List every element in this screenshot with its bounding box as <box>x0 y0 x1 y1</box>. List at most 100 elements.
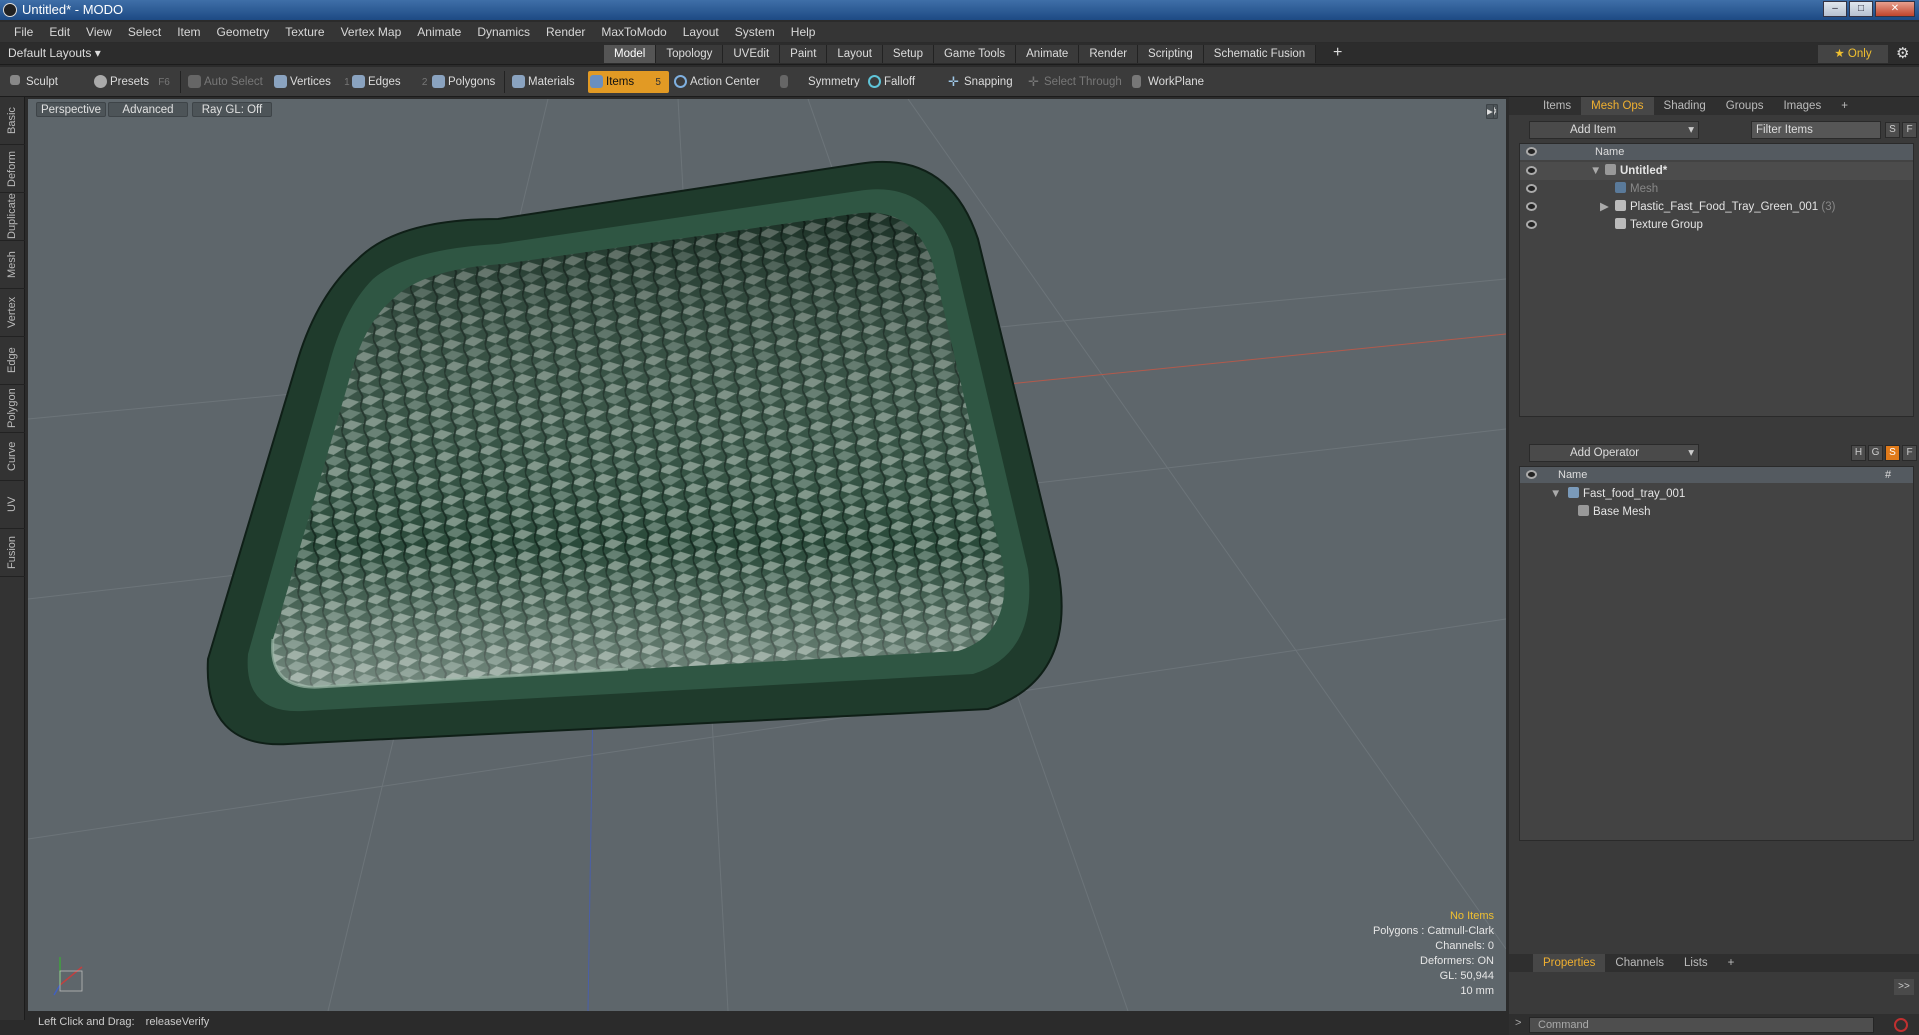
tab-topology[interactable]: Topology <box>656 45 724 63</box>
tab-scripting[interactable]: Scripting <box>1138 45 1204 63</box>
add-operator-dropdown[interactable]: Add Operator <box>1529 444 1699 462</box>
sculpt-button[interactable]: Sculpt <box>8 71 58 93</box>
visibility-eye-icon[interactable] <box>1526 202 1537 211</box>
tab-uvedit[interactable]: UVEdit <box>723 45 781 63</box>
list-item[interactable]: Texture Group <box>1520 216 1913 234</box>
tab-setup[interactable]: Setup <box>882 45 934 63</box>
menu-select[interactable]: Select <box>120 25 169 39</box>
record-icon[interactable] <box>1894 1018 1908 1032</box>
vertices-button[interactable]: Vertices 1 <box>272 71 350 93</box>
filter-items-input[interactable]: Filter Items <box>1751 121 1881 139</box>
menu-animate[interactable]: Animate <box>409 25 469 39</box>
shading-dropdown[interactable]: Advanced <box>108 102 188 117</box>
add-panel-tab[interactable]: + <box>1831 97 1858 115</box>
workplane-button[interactable]: WorkPlane <box>1130 71 1204 93</box>
menu-layout[interactable]: Layout <box>675 25 727 39</box>
menu-geometry[interactable]: Geometry <box>209 25 278 39</box>
menu-maxtomodo[interactable]: MaxToModo <box>593 25 674 39</box>
menu-file[interactable]: File <box>6 25 41 39</box>
s-toggle-active[interactable]: S <box>1885 445 1900 461</box>
menu-item[interactable]: Item <box>169 25 208 39</box>
menu-help[interactable]: Help <box>783 25 824 39</box>
x-axis-line <box>1007 333 1506 385</box>
tab-edge[interactable]: Edge <box>0 337 25 385</box>
gear-icon[interactable]: ⚙ <box>1896 44 1909 62</box>
menu-view[interactable]: View <box>78 25 120 39</box>
tab-game-tools[interactable]: Game Tools <box>933 45 1017 63</box>
falloff-button[interactable]: Falloff <box>866 71 915 93</box>
tab-channels[interactable]: Channels <box>1605 954 1674 972</box>
h-toggle[interactable]: H <box>1851 445 1866 461</box>
tab-images[interactable]: Images <box>1773 97 1831 115</box>
tab-layout[interactable]: Layout <box>827 45 883 63</box>
visibility-eye-icon[interactable] <box>1526 166 1537 175</box>
tab-items[interactable]: Items <box>1533 97 1581 115</box>
right-panel: Items Mesh Ops Shading Groups Images + A… <box>1509 97 1919 1020</box>
auto-select-button[interactable]: Auto Select <box>186 71 263 93</box>
menu-dynamics[interactable]: Dynamics <box>469 25 538 39</box>
tab-animate[interactable]: Animate <box>1016 45 1080 63</box>
menu-vertex-map[interactable]: Vertex Map <box>333 25 410 39</box>
3d-viewport[interactable]: Perspective Advanced Ray GL: Off ✥ ↻ ⚲ ⤢… <box>28 99 1506 1011</box>
tab-model[interactable]: Model <box>604 45 657 63</box>
g-toggle[interactable]: G <box>1868 445 1883 461</box>
tab-deform[interactable]: Deform <box>0 145 25 193</box>
command-input[interactable]: Command <box>1529 1017 1874 1033</box>
maximize-button[interactable]: □ <box>1849 1 1873 17</box>
meshops-list: Name # ▼ Fast_food_tray_001 Base Mesh <box>1519 466 1914 841</box>
tab-polygon[interactable]: Polygon <box>0 385 25 433</box>
tab-lists[interactable]: Lists <box>1674 954 1718 972</box>
menu-texture[interactable]: Texture <box>277 25 332 39</box>
items-toolbar: Add Item Filter Items S F <box>1519 121 1917 139</box>
polygons-button[interactable]: Polygons <box>430 71 495 93</box>
tab-schematic-fusion[interactable]: Schematic Fusion <box>1203 45 1317 63</box>
list-item[interactable]: Mesh <box>1520 180 1913 198</box>
expand-arrow-icon[interactable]: ▸ <box>1486 104 1494 119</box>
presets-button[interactable]: Presets F6 <box>92 71 170 93</box>
scene-icon <box>1605 164 1616 175</box>
tab-properties[interactable]: Properties <box>1533 954 1606 972</box>
tab-fusion[interactable]: Fusion <box>0 529 25 577</box>
menu-edit[interactable]: Edit <box>41 25 78 39</box>
list-item[interactable]: ▼ Fast_food_tray_001 <box>1520 485 1913 503</box>
edges-button[interactable]: Edges 2 <box>350 71 427 93</box>
raygl-dropdown[interactable]: Ray GL: Off <box>192 102 272 117</box>
tab-groups[interactable]: Groups <box>1716 97 1774 115</box>
add-panel-tab[interactable]: + <box>1718 954 1745 972</box>
layout-selector[interactable]: Default Layouts ▾ <box>8 46 101 60</box>
add-item-dropdown[interactable]: Add Item <box>1529 121 1699 139</box>
visibility-eye-icon[interactable] <box>1526 184 1537 193</box>
f-toggle[interactable]: F <box>1902 122 1917 138</box>
tab-mesh-edit[interactable]: Mesh Edit <box>0 241 43 289</box>
only-toggle[interactable]: ★ Only <box>1818 45 1888 63</box>
symmetry-button[interactable]: Symmetry <box>778 71 860 93</box>
materials-button[interactable]: Materials <box>510 71 575 93</box>
list-item[interactable]: Base Mesh <box>1520 503 1913 521</box>
tab-vertex[interactable]: Vertex <box>0 289 25 337</box>
list-item[interactable]: ▶ Plastic_Fast_Food_Tray_Green_001 (3) <box>1520 198 1913 216</box>
menu-render[interactable]: Render <box>538 25 593 39</box>
action-center-button[interactable]: Action Center <box>672 71 760 93</box>
list-item[interactable]: ▼ Untitled* <box>1520 162 1913 180</box>
f-toggle[interactable]: F <box>1902 445 1917 461</box>
tab-duplicate[interactable]: Duplicate <box>0 193 25 241</box>
expand-button[interactable]: >> <box>1894 979 1914 995</box>
tab-mesh-ops[interactable]: Mesh Ops <box>1581 97 1654 115</box>
z-axis-line <box>587 698 594 1011</box>
add-tab-button[interactable]: + <box>1333 44 1342 62</box>
tab-curve[interactable]: Curve <box>0 433 25 481</box>
close-button[interactable]: ✕ <box>1875 1 1915 17</box>
select-through-button[interactable]: ✛ Select Through <box>1026 71 1122 93</box>
items-button[interactable]: Items 5 <box>588 71 669 93</box>
view-mode-dropdown[interactable]: Perspective <box>36 102 106 117</box>
tab-uv[interactable]: UV <box>0 481 25 529</box>
menu-system[interactable]: System <box>727 25 783 39</box>
s-toggle[interactable]: S <box>1885 122 1900 138</box>
visibility-eye-icon[interactable] <box>1526 220 1537 229</box>
tab-basic[interactable]: Basic <box>0 97 25 145</box>
tab-render[interactable]: Render <box>1079 45 1139 63</box>
minimize-button[interactable]: – <box>1823 1 1847 17</box>
snapping-button[interactable]: ✛ Snapping <box>946 71 1013 93</box>
tab-shading[interactable]: Shading <box>1654 97 1716 115</box>
tab-paint[interactable]: Paint <box>780 45 828 63</box>
